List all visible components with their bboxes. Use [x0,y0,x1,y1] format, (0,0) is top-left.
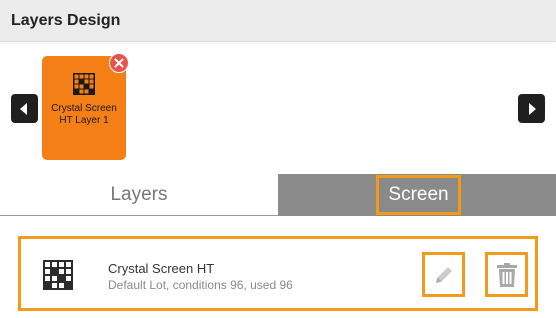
pencil-icon [435,266,452,283]
grid-icon [43,260,73,290]
carousel-prev-button[interactable] [11,94,38,123]
app-header: Layers Design [0,0,556,42]
tab-screen-label: Screen [376,175,461,215]
tab-bar: Layers Screen [0,174,556,216]
chevron-left-icon [20,102,27,115]
delete-button[interactable] [485,252,528,297]
grid-icon [73,73,95,95]
remove-layer-button[interactable] [109,53,129,73]
chevron-right-icon [529,102,536,115]
carousel-next-button[interactable] [518,94,545,123]
list-item[interactable]: Crystal Screen HT Default Lot, condition… [18,236,538,311]
tab-layers[interactable]: Layers [0,174,278,216]
tab-screen[interactable]: Screen [278,174,556,216]
edit-button[interactable] [422,252,465,297]
page-title: Layers Design [11,12,121,29]
screen-subtitle: Default Lot, conditions 96, used 96 [108,278,293,292]
close-icon [114,58,124,68]
screen-title: Crystal Screen HT [108,261,215,276]
layer-card-label: Crystal Screen HT Layer 1 [51,103,117,126]
trash-icon [496,262,517,287]
